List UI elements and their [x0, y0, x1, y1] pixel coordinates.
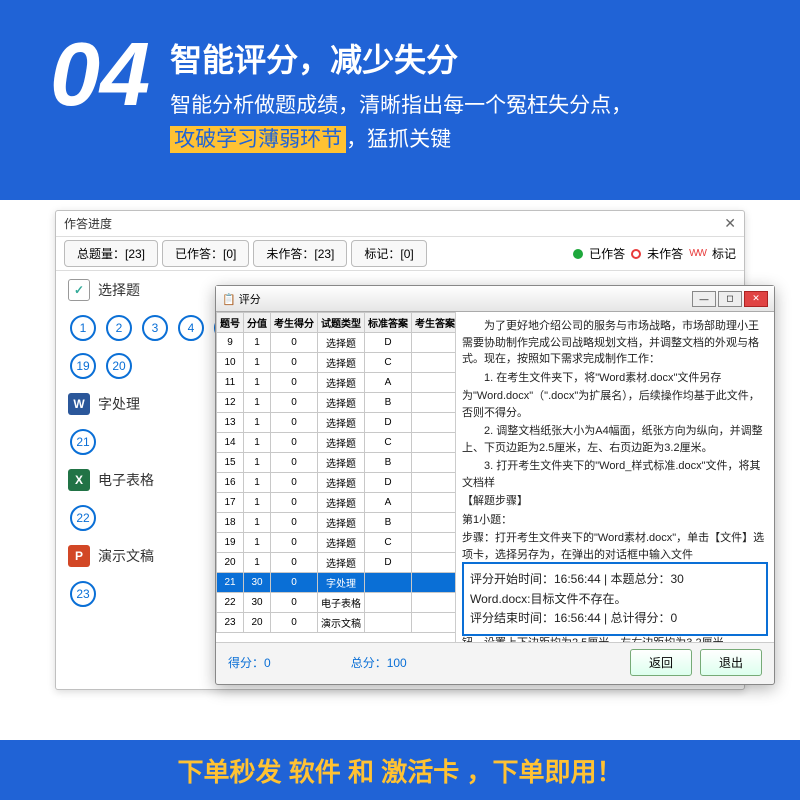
- table-row[interactable]: 1310选择题D: [217, 413, 457, 433]
- maximize-button[interactable]: ◻: [718, 291, 742, 307]
- stat-total: 总题量：[23]: [64, 240, 158, 267]
- progress-title: 作答进度: [64, 215, 112, 232]
- table-row[interactable]: 1210选择题B: [217, 393, 457, 413]
- window-buttons: — ◻ ✕: [692, 291, 768, 307]
- table-row[interactable]: 1810选择题B: [217, 513, 457, 533]
- score-table[interactable]: 题号分值考生得分试题类型标准答案考生答案 910选择题D1010选择题C1110…: [216, 312, 456, 642]
- table-row[interactable]: 1910选择题C: [217, 533, 457, 553]
- result-line: Word.docx:目标文件不存在。: [470, 590, 760, 609]
- score-body: 题号分值考生得分试题类型标准答案考生答案 910选择题D1010选择题C1110…: [216, 312, 774, 642]
- result-line: 评分结束时间：16:56:44 | 总计得分：0: [470, 609, 760, 628]
- score-total: 总分：100: [351, 654, 407, 671]
- promo-header: 04 智能评分，减少失分 智能分析做题成绩，清晰指出每一个冤枉失分点， 攻破学习…: [0, 0, 800, 200]
- question-circle[interactable]: 20: [106, 353, 132, 379]
- stat-marked: 标记：[0]: [351, 240, 426, 267]
- question-circle[interactable]: 3: [142, 315, 168, 341]
- score-footer: 得分：0 总分：100 返回 退出: [216, 642, 774, 682]
- table-row[interactable]: 2010选择题D: [217, 553, 457, 573]
- table-row[interactable]: 1510选择题B: [217, 453, 457, 473]
- section-number: 04: [50, 30, 150, 200]
- result-line: 评分开始时间：16:56:44 | 本题总分：30: [470, 570, 760, 589]
- header-subtitle: 智能分析做题成绩，清晰指出每一个冤枉失分点， 攻破学习薄弱环节，猛抓关键: [170, 89, 760, 156]
- result-box: 评分开始时间：16:56:44 | 本题总分：30 Word.docx:目标文件…: [462, 562, 768, 636]
- question-circle[interactable]: 1: [70, 315, 96, 341]
- excel-icon: X: [68, 469, 90, 491]
- mark-icon: WW: [689, 248, 706, 259]
- check-icon: ✓: [68, 279, 90, 301]
- score-window: 📋 评分 — ◻ ✕ 题号分值考生得分试题类型标准答案考生答案 910选择题D1…: [215, 285, 775, 685]
- ppt-icon: P: [68, 545, 90, 567]
- minimize-button[interactable]: —: [692, 291, 716, 307]
- dot-done-icon: [573, 249, 583, 259]
- highlight-text: 攻破学习薄弱环节: [170, 126, 346, 153]
- table-row[interactable]: 910选择题D: [217, 333, 457, 353]
- score-title: 📋 评分: [222, 291, 261, 307]
- word-icon: W: [68, 393, 90, 415]
- score-obtained: 得分：0: [228, 654, 271, 671]
- question-circle[interactable]: 2: [106, 315, 132, 341]
- stat-answered: 已作答：[0]: [162, 240, 249, 267]
- legend-undone: 未作答: [647, 245, 683, 262]
- explanation-panel[interactable]: 为了更好地介绍公司的服务与市场战略，市场部助理小王需要协助制作完成公司战略规划文…: [456, 312, 774, 642]
- legend-mark: 标记: [712, 245, 736, 262]
- question-circle[interactable]: 23: [70, 581, 96, 607]
- stat-unanswered: 未作答：[23]: [253, 240, 347, 267]
- close-icon[interactable]: ✕: [724, 215, 736, 232]
- dot-undone-icon: [631, 249, 641, 259]
- question-circle[interactable]: 21: [70, 429, 96, 455]
- header-text: 智能评分，减少失分 智能分析做题成绩，清晰指出每一个冤枉失分点， 攻破学习薄弱环…: [170, 30, 760, 200]
- header-title: 智能评分，减少失分: [170, 35, 760, 81]
- table-row[interactable]: 22300电子表格: [217, 593, 457, 613]
- question-circle[interactable]: 22: [70, 505, 96, 531]
- table-row[interactable]: 1710选择题A: [217, 493, 457, 513]
- table-row[interactable]: 1610选择题D: [217, 473, 457, 493]
- progress-titlebar[interactable]: 作答进度 ✕: [56, 211, 744, 237]
- table-row[interactable]: 1010选择题C: [217, 353, 457, 373]
- score-titlebar[interactable]: 📋 评分 — ◻ ✕: [216, 286, 774, 312]
- legend-done: 已作答: [589, 245, 625, 262]
- legend: 已作答 未作答 WW 标记: [573, 245, 736, 262]
- question-circle[interactable]: 4: [178, 315, 204, 341]
- exit-button[interactable]: 退出: [700, 649, 762, 676]
- stats-bar: 总题量：[23] 已作答：[0] 未作答：[23] 标记：[0] 已作答 未作答…: [56, 237, 744, 271]
- close-button[interactable]: ✕: [744, 291, 768, 307]
- back-button[interactable]: 返回: [630, 649, 692, 676]
- table-row[interactable]: 1410选择题C: [217, 433, 457, 453]
- table-row[interactable]: 21300字处理: [217, 573, 457, 593]
- question-circle[interactable]: 19: [70, 353, 96, 379]
- table-row[interactable]: 23200演示文稿: [217, 613, 457, 633]
- table-row[interactable]: 1110选择题A: [217, 373, 457, 393]
- promo-banner: 下单秒发 软件 和 激活卡 ，下单即用！: [0, 740, 800, 800]
